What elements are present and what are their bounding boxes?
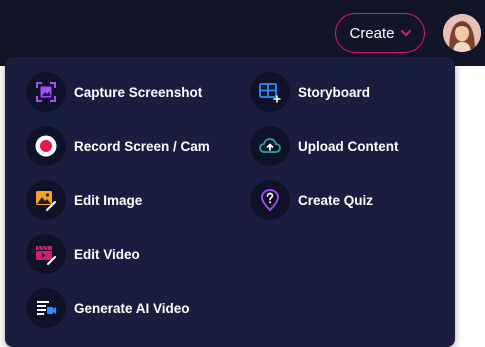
create-button[interactable]: Create [335,13,425,53]
menu-item-generate-ai-video[interactable]: Generate AI Video [26,288,190,328]
create-button-label: Create [349,24,395,42]
create-menu-panel: Capture Screenshot Record Screen / Cam E… [5,57,455,347]
menu-item-label: Capture Screenshot [74,84,203,100]
edit-video-icon [26,234,66,274]
edit-image-icon [26,180,66,220]
menu-item-edit-image[interactable]: Edit Image [26,180,142,220]
menu-item-label: Edit Image [74,192,143,208]
upload-cloud-icon [250,126,290,166]
menu-item-edit-video[interactable]: Edit Video [26,234,140,274]
capture-screenshot-icon [26,72,66,112]
menu-item-label: Generate AI Video [74,300,190,316]
menu-item-capture-screenshot[interactable]: Capture Screenshot [26,72,202,112]
user-avatar[interactable] [443,14,481,52]
menu-item-label: Edit Video [74,246,140,262]
menu-item-label: Storyboard [298,84,371,100]
storyboard-icon [250,72,290,112]
quiz-icon [250,180,290,220]
menu-item-create-quiz[interactable]: Create Quiz [250,180,373,220]
record-icon [26,126,66,166]
background-content [455,66,485,342]
menu-item-record-screen-cam[interactable]: Record Screen / Cam [26,126,210,166]
menu-item-label: Create Quiz [298,192,374,208]
menu-item-label: Upload Content [298,138,399,154]
menu-item-upload-content[interactable]: Upload Content [250,126,399,166]
chevron-down-icon [400,29,411,37]
menu-item-storyboard[interactable]: Storyboard [250,72,370,112]
menu-item-label: Record Screen / Cam [74,138,210,154]
ai-video-icon [26,288,66,328]
